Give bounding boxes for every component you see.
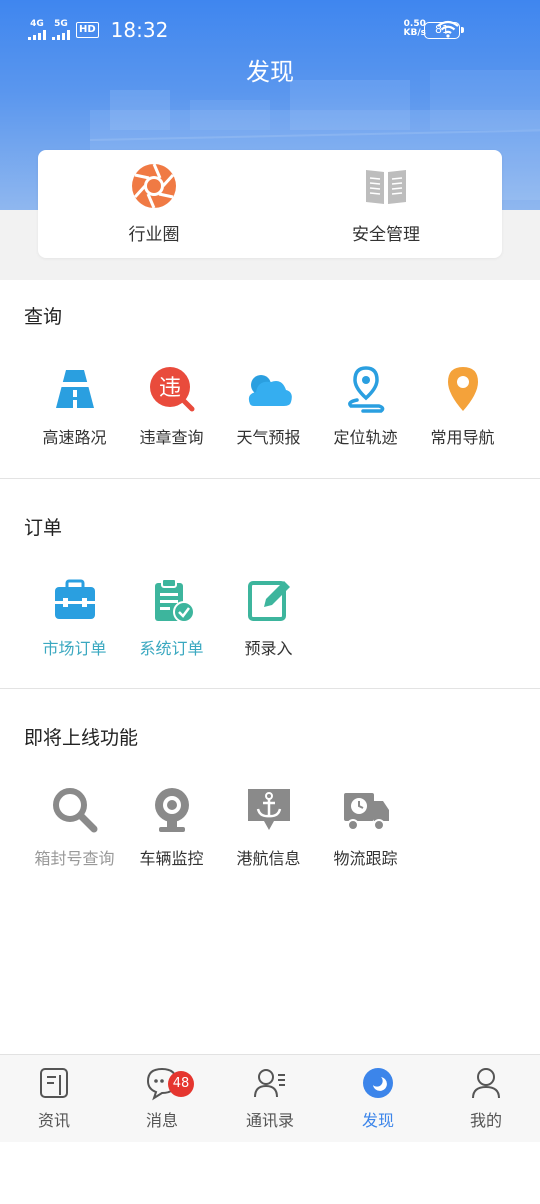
- map-pin-icon: [447, 367, 478, 411]
- grid-item-system-order[interactable]: 系统订单: [123, 575, 220, 659]
- tab-discover[interactable]: 发现: [324, 1055, 432, 1142]
- quick-item-label: 行业圈: [128, 225, 180, 245]
- grid-item-label: 车辆监控: [139, 849, 204, 868]
- truck-clock-icon: [343, 793, 389, 831]
- tab-profile[interactable]: 我的: [432, 1055, 540, 1142]
- network-speed: 0.50 KB/s: [403, 19, 426, 38]
- highway-icon: [53, 370, 96, 408]
- grid-item-label: 天气预报: [236, 428, 301, 447]
- grid-item-violation[interactable]: 违 违章查询: [123, 364, 220, 448]
- profile-icon: [472, 1068, 500, 1099]
- tab-label: 通讯录: [245, 1111, 294, 1130]
- tab-contacts[interactable]: 通讯录: [216, 1055, 324, 1142]
- bottom-tab-bar: 资讯 48 消息 通讯录 发现 我的: [0, 1054, 540, 1142]
- grid-item-label: 市场订单: [42, 639, 107, 658]
- signal-2: 5G: [52, 20, 70, 40]
- aperture-icon: [132, 163, 176, 209]
- status-time: 18:32: [110, 18, 169, 42]
- hd-icon: HD: [76, 22, 99, 38]
- query-grid: 高速路况 违 违章查询 天气预报 定位轨迹 常用导航: [26, 364, 511, 448]
- grid-item-label: 预录入: [244, 639, 293, 658]
- briefcase-icon: [54, 579, 95, 619]
- clipboard-check-icon: [154, 578, 195, 623]
- network-type-1: 4G: [30, 19, 44, 29]
- page-title: 发现: [246, 58, 294, 86]
- order-grid: 市场订单 系统订单 预录入: [26, 575, 317, 659]
- network-type-2: 5G: [54, 19, 68, 29]
- anchor-message-icon: [247, 789, 290, 830]
- section-divider: [0, 478, 540, 479]
- status-bar: 4G 5G HD 18:32 0.50 KB/s 81: [0, 0, 540, 60]
- search-icon: [52, 788, 97, 833]
- section-title-upcoming: 即将上线功能: [24, 727, 139, 749]
- news-icon: [40, 1068, 68, 1098]
- grid-item-label: 系统订单: [139, 639, 204, 658]
- tab-label: 消息: [145, 1111, 178, 1130]
- grid-item-logistics[interactable]: 物流跟踪: [317, 785, 414, 869]
- grid-item-label: 违章查询: [139, 428, 204, 447]
- battery-icon: 81: [424, 22, 464, 39]
- quick-item-industry[interactable]: 行业圈: [38, 150, 270, 258]
- grid-item-port-info[interactable]: 港航信息: [220, 785, 317, 869]
- grid-item-vehicle-monitor[interactable]: 车辆监控: [123, 785, 220, 869]
- grid-item-highway[interactable]: 高速路况: [26, 364, 123, 448]
- edit-icon: [247, 581, 290, 621]
- grid-item-weather[interactable]: 天气预报: [220, 364, 317, 448]
- grid-item-pre-entry[interactable]: 预录入: [220, 575, 317, 659]
- upcoming-grid: 箱封号查询 车辆监控 港航信息 物流跟踪: [26, 785, 414, 869]
- tab-messages[interactable]: 48 消息: [108, 1055, 216, 1142]
- grid-item-label: 港航信息: [236, 849, 301, 868]
- tab-label: 资讯: [37, 1111, 70, 1130]
- contacts-icon: [254, 1069, 285, 1098]
- quick-actions-card: 行业圈 安全管理: [38, 150, 502, 258]
- discover-icon: [363, 1068, 393, 1098]
- grid-item-navigation[interactable]: 常用导航: [414, 364, 511, 448]
- svg-text:违: 违: [158, 376, 180, 401]
- cloud-icon: [248, 375, 292, 406]
- tab-news[interactable]: 资讯: [0, 1055, 108, 1142]
- grid-item-market-order[interactable]: 市场订单: [26, 575, 123, 659]
- signal-1: 4G: [28, 20, 46, 40]
- grid-item-label: 常用导航: [430, 428, 495, 447]
- tab-label: 发现: [361, 1111, 394, 1130]
- section-title-query: 查询: [24, 306, 63, 328]
- webcam-icon: [154, 788, 189, 832]
- book-icon: [366, 170, 406, 204]
- section-divider: [0, 688, 540, 689]
- grid-item-label: 箱封号查询: [34, 849, 115, 868]
- grid-item-label: 高速路况: [42, 428, 107, 447]
- grid-item-label: 定位轨迹: [333, 428, 398, 447]
- grid-item-label: 物流跟踪: [333, 849, 398, 868]
- bottom-safe-area: [0, 1142, 540, 1204]
- location-track-icon: [347, 366, 384, 413]
- quick-item-label: 安全管理: [352, 225, 420, 245]
- unread-badge: 48: [168, 1071, 194, 1097]
- grid-item-location-track[interactable]: 定位轨迹: [317, 364, 414, 448]
- section-title-order: 订单: [24, 517, 63, 539]
- violation-icon: 违: [149, 367, 194, 412]
- grid-item-seal-query[interactable]: 箱封号查询: [26, 785, 123, 869]
- tab-label: 我的: [469, 1111, 502, 1130]
- quick-item-safety[interactable]: 安全管理: [270, 150, 502, 258]
